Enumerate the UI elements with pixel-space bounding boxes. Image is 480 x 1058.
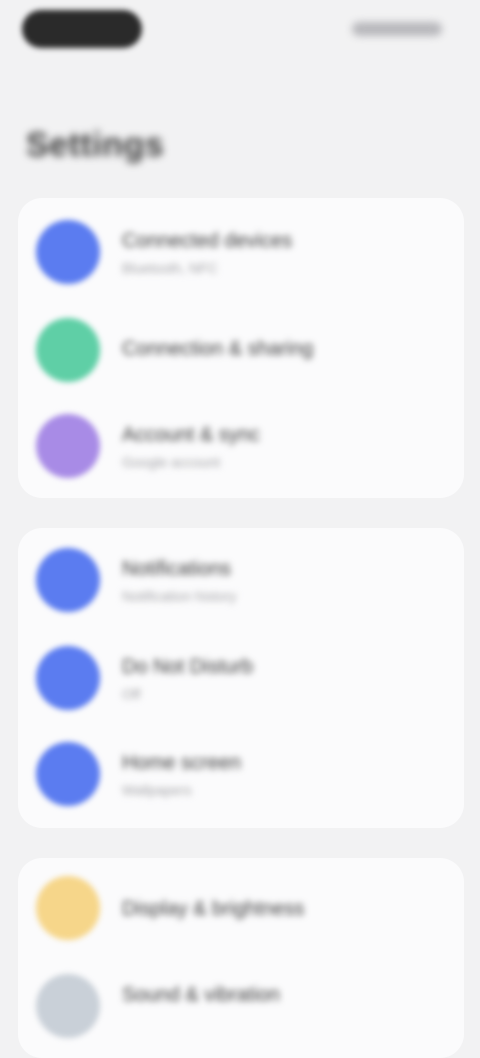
settings-item-display-brightness[interactable]: Display & brightness bbox=[18, 860, 464, 956]
status-indicators bbox=[352, 22, 442, 36]
status-bar bbox=[0, 0, 480, 60]
row-subtitle: Google account bbox=[122, 454, 221, 470]
row-subtitle: Wallpapers bbox=[122, 782, 192, 798]
row-title: Do Not Disturb bbox=[122, 656, 254, 678]
settings-group-1: Connected devices Bluetooth, NFC Connect… bbox=[18, 198, 464, 498]
row-title: Connected devices bbox=[122, 230, 293, 252]
settings-item-connection-sharing[interactable]: Connection & sharing bbox=[18, 302, 464, 398]
share-icon bbox=[36, 318, 100, 382]
row-subtitle: Notification history bbox=[122, 588, 237, 604]
row-subtitle: Off bbox=[122, 686, 141, 702]
settings-group-3: Display & brightness Sound & vibration bbox=[18, 858, 464, 1058]
home-icon bbox=[36, 742, 100, 806]
moon-icon bbox=[36, 646, 100, 710]
devices-icon bbox=[36, 220, 100, 284]
account-icon bbox=[36, 414, 100, 478]
row-title: Notifications bbox=[122, 558, 231, 580]
sun-icon bbox=[36, 876, 100, 940]
row-title: Display & brightness bbox=[122, 898, 305, 920]
settings-item-home-screen[interactable]: Home screen Wallpapers bbox=[18, 726, 464, 822]
settings-item-account-sync[interactable]: Account & sync Google account bbox=[18, 398, 464, 494]
row-title: Connection & sharing bbox=[122, 338, 314, 360]
settings-group-2: Notifications Notification history Do No… bbox=[18, 528, 464, 828]
row-subtitle: Bluetooth, NFC bbox=[122, 260, 218, 276]
page-title: Settings bbox=[26, 126, 165, 164]
row-title: Account & sync bbox=[122, 424, 260, 446]
settings-item-notifications[interactable]: Notifications Notification history bbox=[18, 532, 464, 628]
row-title: Home screen bbox=[122, 752, 241, 774]
settings-item-connected-devices[interactable]: Connected devices Bluetooth, NFC bbox=[18, 204, 464, 300]
row-title: Sound & vibration bbox=[122, 984, 280, 1006]
bell-icon bbox=[36, 548, 100, 612]
settings-item-do-not-disturb[interactable]: Do Not Disturb Off bbox=[18, 630, 464, 726]
speaker-icon bbox=[36, 974, 100, 1038]
status-time-pill bbox=[22, 10, 142, 48]
